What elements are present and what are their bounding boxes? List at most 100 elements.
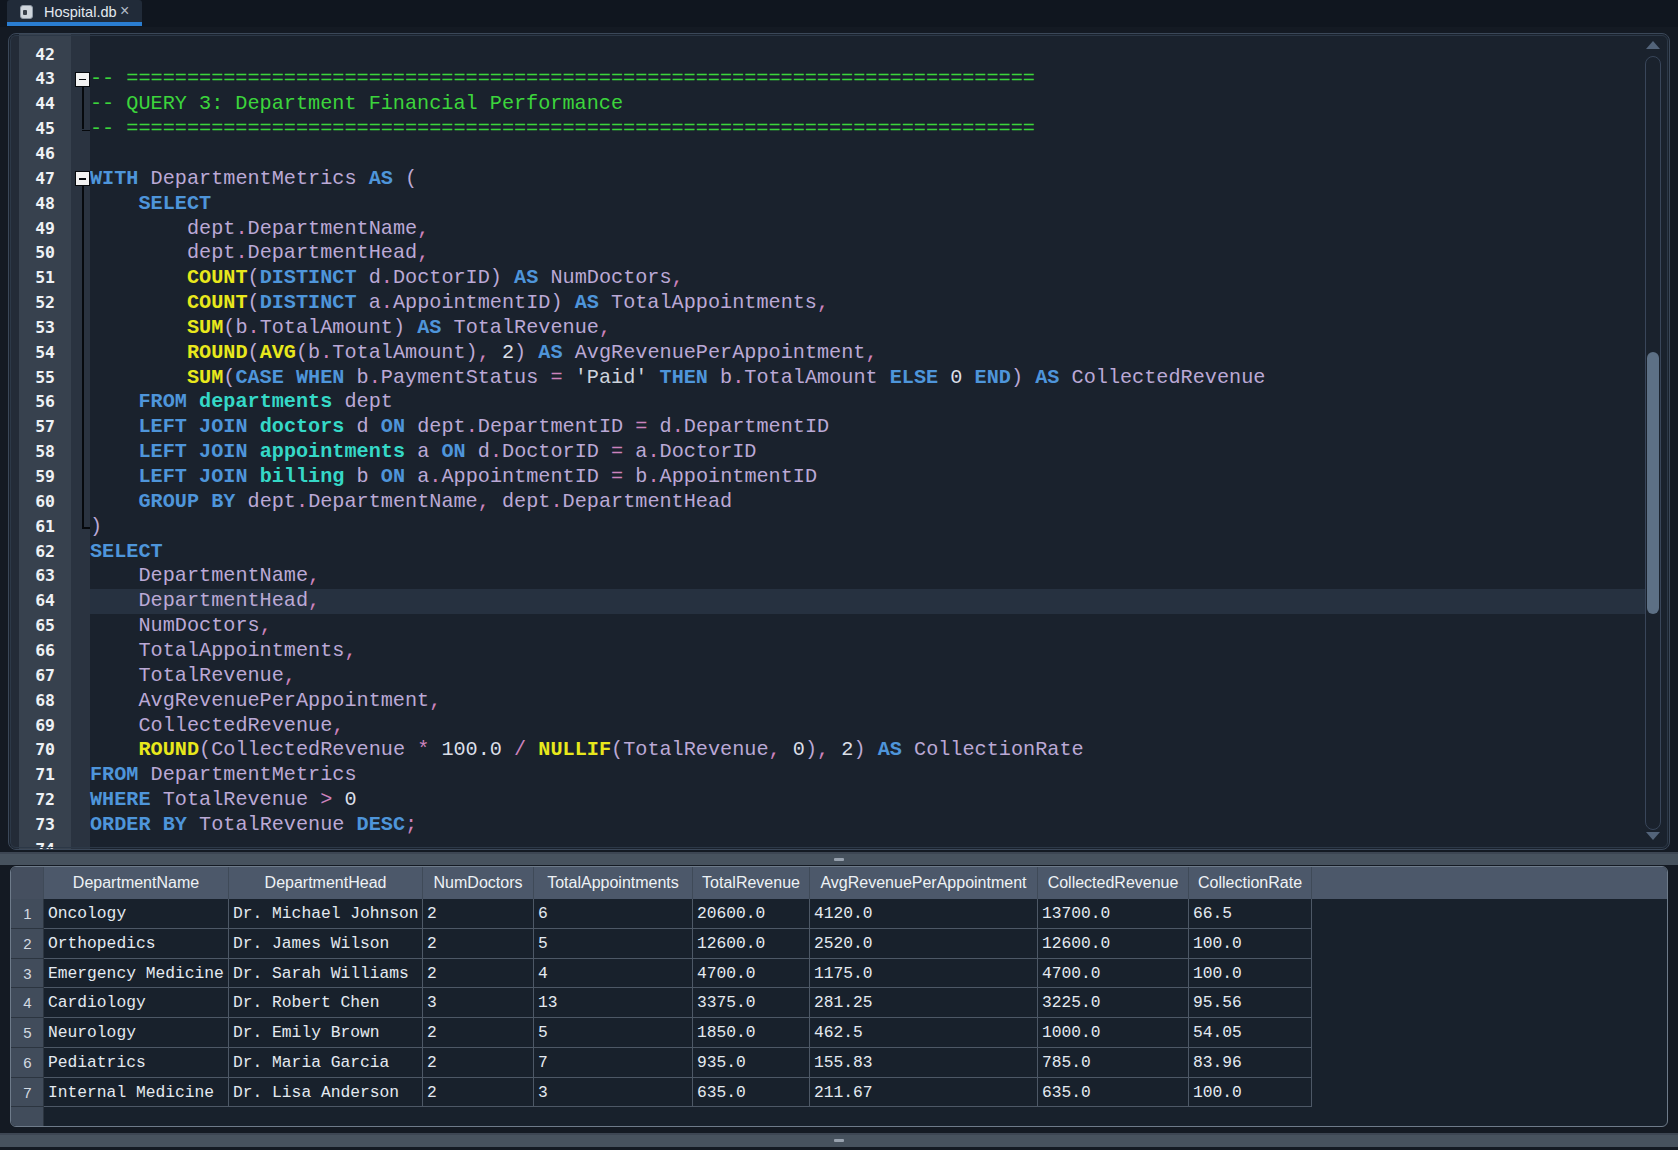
row-number[interactable]: 3 [11,959,44,989]
code-line[interactable]: GROUP BY dept.DepartmentName, dept.Depar… [90,490,732,515]
table-cell[interactable]: 4700.0 [1038,959,1189,989]
code-line[interactable]: SUM(CASE WHEN b.PaymentStatus = 'Paid' T… [90,366,1265,391]
code-line[interactable]: ROUND(AVG(b.TotalAmount), 2) AS AvgReven… [90,341,878,366]
code-line[interactable]: DepartmentName, [90,564,320,589]
table-cell[interactable]: 5 [534,1018,693,1048]
table-cell[interactable]: 211.67 [810,1078,1038,1108]
code-line[interactable]: FROM DepartmentMetrics [90,763,357,788]
table-cell[interactable]: Orthopedics [44,929,229,959]
code-line[interactable]: FROM departments dept [90,390,393,415]
code-line[interactable]: -- =====================================… [90,117,1035,142]
table-cell[interactable]: 100.0 [1189,1078,1312,1108]
table-cell[interactable]: Dr. Emily Brown [229,1018,423,1048]
table-cell[interactable]: 2 [423,929,534,959]
code-line[interactable]: ) [90,515,102,540]
table-cell[interactable]: 95.56 [1189,988,1312,1018]
table-cell[interactable]: 12600.0 [693,929,810,959]
table-cell[interactable]: 935.0 [693,1048,810,1078]
table-cell[interactable]: 20600.0 [693,899,810,929]
table-cell[interactable]: 2 [423,1018,534,1048]
table-cell[interactable]: Internal Medicine [44,1078,229,1108]
table-cell[interactable]: 281.25 [810,988,1038,1018]
code-line[interactable]: DepartmentHead, [90,589,320,614]
sql-editor[interactable]: 4243444546474849505152535455565758596061… [8,33,1670,850]
code-line[interactable]: COUNT(DISTINCT d.DoctorID) AS NumDoctors… [90,266,684,291]
table-cell[interactable]: 5 [534,929,693,959]
column-header-DepartmentHead[interactable]: DepartmentHead [229,867,423,899]
code-line[interactable]: NumDoctors, [90,614,272,639]
column-header-TotalRevenue[interactable]: TotalRevenue [693,867,810,899]
splitter-bottom[interactable] [0,1133,1678,1147]
code-line[interactable]: COUNT(DISTINCT a.AppointmentID) AS Total… [90,291,829,316]
results-grid[interactable]: DepartmentNameDepartmentHeadNumDoctorsTo… [10,866,1668,1127]
table-cell[interactable]: 13700.0 [1038,899,1189,929]
table-cell[interactable]: 1175.0 [810,959,1038,989]
code-line[interactable]: ORDER BY TotalRevenue DESC; [90,813,417,838]
code-line[interactable]: LEFT JOIN doctors d ON dept.DepartmentID… [90,415,829,440]
table-cell[interactable]: 2 [423,899,534,929]
fold-marker-collapse[interactable] [75,171,90,186]
fold-marker-collapse[interactable] [75,72,90,87]
table-cell[interactable]: 54.05 [1189,1018,1312,1048]
table-cell[interactable]: 100.0 [1189,959,1312,989]
row-number[interactable]: 4 [11,988,44,1018]
table-cell[interactable]: 2 [423,959,534,989]
splitter-editor-results[interactable] [0,852,1678,865]
column-header-AvgRevenuePerAppointment[interactable]: AvgRevenuePerAppointment [810,867,1038,899]
row-number[interactable]: 1 [11,899,44,929]
code-line[interactable]: -- =====================================… [90,67,1035,92]
code-line[interactable]: AvgRevenuePerAppointment, [90,689,441,714]
row-number[interactable]: 7 [11,1078,44,1108]
table-cell[interactable]: 3375.0 [693,988,810,1018]
table-cell[interactable]: 4120.0 [810,899,1038,929]
row-number[interactable]: 6 [11,1048,44,1078]
column-header-NumDoctors[interactable]: NumDoctors [423,867,534,899]
table-cell[interactable]: 2 [423,1048,534,1078]
column-header-TotalAppointments[interactable]: TotalAppointments [534,867,693,899]
code-line[interactable]: dept.DepartmentHead, [90,241,429,266]
code-folding-column[interactable] [71,34,90,849]
table-cell[interactable]: Cardiology [44,988,229,1018]
column-header-CollectedRevenue[interactable]: CollectedRevenue [1038,867,1189,899]
row-number[interactable]: 2 [11,929,44,959]
code-line[interactable]: SELECT [90,540,163,565]
code-line[interactable]: WHERE TotalRevenue > 0 [90,788,357,813]
table-cell[interactable]: 100.0 [1189,929,1312,959]
table-cell[interactable]: 785.0 [1038,1048,1189,1078]
tab-close-icon[interactable]: × [120,2,129,20]
table-cell[interactable]: 4 [534,959,693,989]
code-line[interactable]: -- QUERY 3: Department Financial Perform… [90,92,623,117]
table-cell[interactable]: 4700.0 [693,959,810,989]
code-line[interactable]: TotalAppointments, [90,639,357,664]
header-corner[interactable] [11,867,44,899]
column-header-CollectionRate[interactable]: CollectionRate [1189,867,1312,899]
table-cell[interactable]: 1850.0 [693,1018,810,1048]
table-cell[interactable]: Neurology [44,1018,229,1048]
table-cell[interactable]: 83.96 [1189,1048,1312,1078]
table-cell[interactable]: Oncology [44,899,229,929]
table-cell[interactable]: Emergency Medicine [44,959,229,989]
code-line[interactable]: CollectedRevenue, [90,714,344,739]
table-cell[interactable]: Pediatrics [44,1048,229,1078]
table-cell[interactable]: 2 [423,1078,534,1108]
table-cell[interactable]: 13 [534,988,693,1018]
code-line[interactable]: SELECT [90,192,211,217]
code-line[interactable]: TotalRevenue, [90,664,296,689]
scrollbar-down-arrow[interactable] [1646,832,1660,840]
editor-scrollbar-thumb[interactable] [1647,352,1659,614]
code-line[interactable]: WITH DepartmentMetrics AS ( [90,167,417,192]
table-cell[interactable]: 3 [423,988,534,1018]
table-cell[interactable]: 635.0 [693,1078,810,1108]
table-cell[interactable]: Dr. James Wilson [229,929,423,959]
row-number[interactable]: 5 [11,1018,44,1048]
code-line[interactable]: dept.DepartmentName, [90,217,429,242]
table-cell[interactable]: Dr. Maria Garcia [229,1048,423,1078]
table-cell[interactable]: 6 [534,899,693,929]
table-cell[interactable]: 1000.0 [1038,1018,1189,1048]
table-cell[interactable]: 462.5 [810,1018,1038,1048]
code-line[interactable]: SUM(b.TotalAmount) AS TotalRevenue, [90,316,611,341]
table-cell[interactable]: Dr. Michael Johnson [229,899,423,929]
table-cell[interactable]: 66.5 [1189,899,1312,929]
table-cell[interactable]: 635.0 [1038,1078,1189,1108]
tab-hospital-db[interactable]: Hospital.db × [7,0,142,26]
